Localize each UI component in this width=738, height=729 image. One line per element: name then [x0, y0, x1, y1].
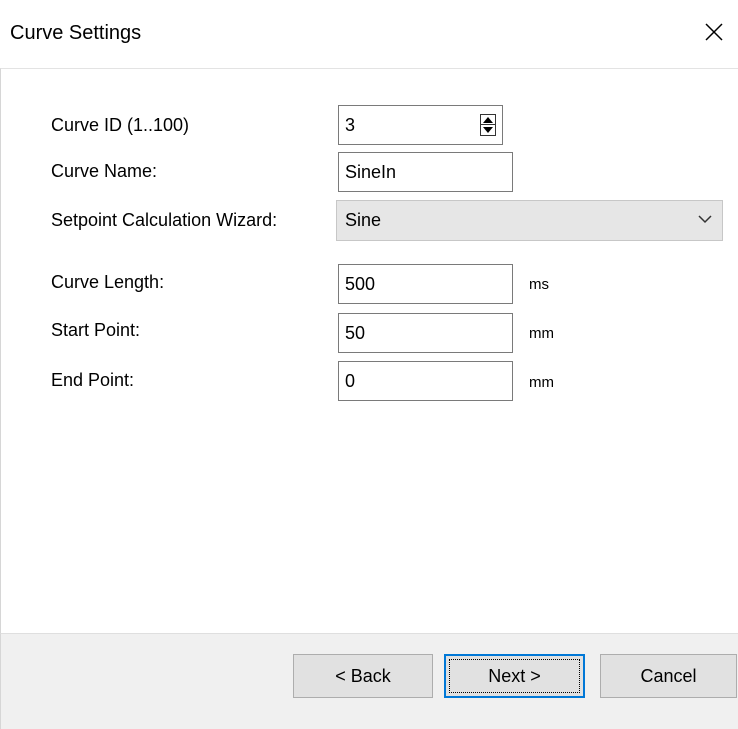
wizard-label: Setpoint Calculation Wizard:: [51, 210, 278, 230]
curve-settings-dialog: Curve Settings Curve ID (1..100) 3 Curve…: [0, 0, 738, 729]
start-point-label: Start Point:: [51, 320, 141, 340]
wizard-selected-value: Sine: [345, 210, 382, 230]
end-point-label: End Point:: [51, 370, 135, 390]
spin-buttons: [480, 114, 496, 136]
close-button[interactable]: [694, 12, 734, 52]
curve-id-spinbox[interactable]: 3: [338, 105, 503, 145]
close-icon: [705, 23, 723, 41]
back-button[interactable]: < Back: [293, 654, 433, 698]
focus-rectangle: [449, 659, 580, 693]
arrow-up-icon: [483, 117, 493, 123]
curve-id-label: Curve ID (1..100): [51, 115, 190, 135]
curve-name-value: SineIn: [345, 161, 397, 182]
curve-length-value: 500: [345, 273, 376, 294]
curve-name-field[interactable]: SineIn: [338, 152, 513, 192]
back-button-label: < Back: [335, 665, 391, 686]
spin-down-button[interactable]: [481, 124, 495, 135]
title-bar: Curve Settings: [0, 0, 738, 68]
curve-length-unit: ms: [529, 276, 549, 293]
end-point-value: 0: [345, 370, 356, 391]
dialog-content: Curve ID (1..100) 3 Curve Name: SineIn S…: [0, 68, 738, 633]
button-bar: < Back Next > Cancel: [0, 633, 738, 729]
chevron-down-icon: [698, 215, 712, 224]
start-point-value: 50: [345, 322, 366, 343]
dialog-title: Curve Settings: [10, 22, 142, 44]
curve-length-field[interactable]: 500: [338, 264, 513, 304]
end-point-field[interactable]: 0: [338, 361, 513, 401]
wizard-dropdown[interactable]: Sine: [336, 200, 723, 241]
curve-length-label: Curve Length:: [51, 272, 165, 292]
curve-name-label: Curve Name:: [51, 161, 158, 181]
cancel-button[interactable]: Cancel: [600, 654, 737, 698]
start-point-unit: mm: [529, 325, 554, 342]
arrow-down-icon: [483, 127, 493, 133]
next-button[interactable]: Next >: [444, 654, 585, 698]
start-point-field[interactable]: 50: [338, 313, 513, 353]
curve-id-value: 3: [345, 114, 356, 135]
end-point-unit: mm: [529, 374, 554, 391]
cancel-button-label: Cancel: [640, 665, 697, 686]
